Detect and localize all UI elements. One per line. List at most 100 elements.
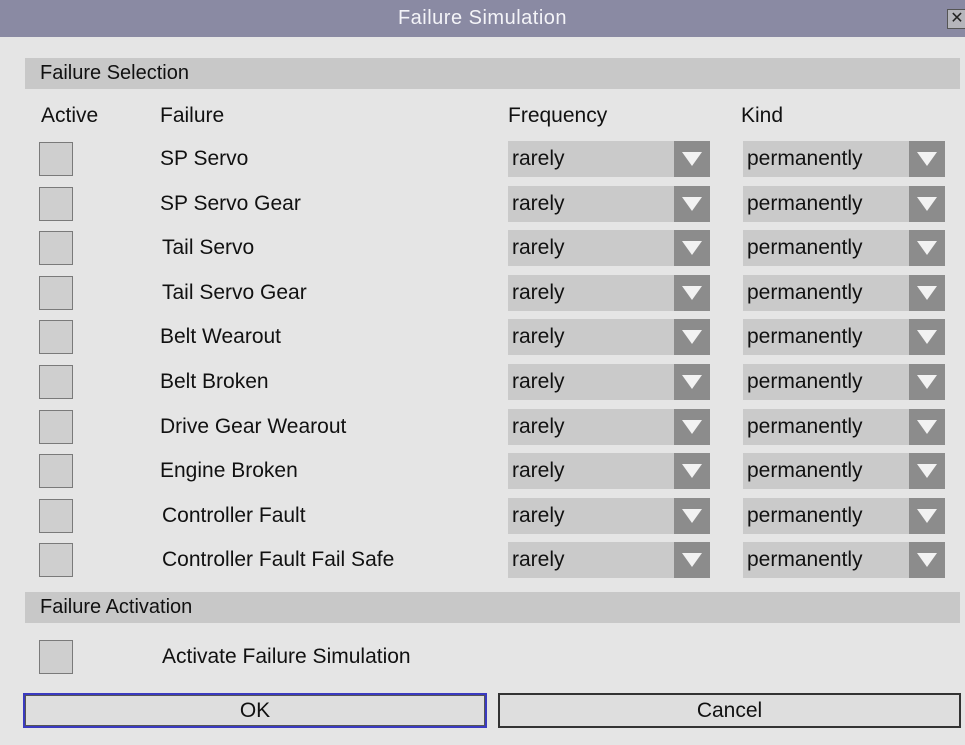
frequency-value: rarely — [512, 415, 565, 438]
failure-active-checkbox[interactable] — [39, 410, 73, 444]
failure-row: SP Servo rarely permanently — [0, 138, 965, 178]
failure-row: Engine Broken rarely permanently — [0, 450, 965, 490]
kind-dropdown[interactable]: permanently — [743, 319, 945, 355]
kind-value: permanently — [747, 147, 863, 170]
kind-value: permanently — [747, 236, 863, 259]
triangle-down-icon[interactable] — [674, 453, 710, 489]
failure-activation-label: Failure Activation — [40, 596, 193, 618]
frequency-value: rarely — [512, 459, 565, 482]
failure-name: Controller Fault — [162, 504, 306, 527]
activate-failure-row: Activate Failure Simulation — [0, 636, 965, 676]
failure-name: Belt Broken — [160, 370, 269, 393]
kind-dropdown[interactable]: permanently — [743, 409, 945, 445]
frequency-dropdown[interactable]: rarely — [508, 186, 710, 222]
triangle-down-icon[interactable] — [909, 542, 945, 578]
frequency-value: rarely — [512, 548, 565, 571]
failure-simulation-dialog: Failure Simulation ✕ Failure Selection A… — [0, 0, 965, 745]
failure-active-checkbox[interactable] — [39, 499, 73, 533]
triangle-down-icon[interactable] — [909, 364, 945, 400]
failure-name: Controller Fault Fail Safe — [162, 548, 395, 571]
kind-dropdown[interactable]: permanently — [743, 364, 945, 400]
frequency-dropdown[interactable]: rarely — [508, 275, 710, 311]
failure-active-checkbox[interactable] — [39, 365, 73, 399]
close-button[interactable]: ✕ — [947, 9, 965, 29]
frequency-dropdown[interactable]: rarely — [508, 542, 710, 578]
kind-dropdown[interactable]: permanently — [743, 230, 945, 266]
triangle-down-icon[interactable] — [909, 275, 945, 311]
kind-dropdown[interactable]: permanently — [743, 141, 945, 177]
failure-active-checkbox[interactable] — [39, 231, 73, 265]
kind-dropdown[interactable]: permanently — [743, 186, 945, 222]
frequency-value: rarely — [512, 281, 565, 304]
triangle-down-icon[interactable] — [674, 498, 710, 534]
failure-row: SP Servo Gear rarely permanently — [0, 183, 965, 223]
failure-active-checkbox[interactable] — [39, 142, 73, 176]
triangle-down-icon[interactable] — [909, 498, 945, 534]
frequency-dropdown[interactable]: rarely — [508, 141, 710, 177]
kind-dropdown[interactable]: permanently — [743, 453, 945, 489]
triangle-down-icon[interactable] — [674, 364, 710, 400]
kind-value: permanently — [747, 370, 863, 393]
frequency-dropdown[interactable]: rarely — [508, 453, 710, 489]
failure-name: Engine Broken — [160, 459, 298, 482]
header-frequency: Frequency — [508, 104, 608, 127]
triangle-down-icon[interactable] — [909, 141, 945, 177]
kind-value: permanently — [747, 415, 863, 438]
frequency-dropdown[interactable]: rarely — [508, 319, 710, 355]
frequency-value: rarely — [512, 504, 565, 527]
failure-name: Tail Servo Gear — [162, 281, 307, 304]
failure-row: Tail Servo Gear rarely permanently — [0, 272, 965, 312]
cancel-button[interactable]: Cancel — [498, 693, 961, 728]
failure-row: Belt Wearout rarely permanently — [0, 316, 965, 356]
ok-button[interactable]: OK — [23, 693, 487, 728]
failure-active-checkbox[interactable] — [39, 276, 73, 310]
frequency-value: rarely — [512, 147, 565, 170]
kind-value: permanently — [747, 192, 863, 215]
failure-row: Tail Servo rarely permanently — [0, 227, 965, 267]
triangle-down-icon[interactable] — [674, 542, 710, 578]
triangle-down-icon[interactable] — [674, 319, 710, 355]
failure-active-checkbox[interactable] — [39, 187, 73, 221]
triangle-down-icon[interactable] — [909, 319, 945, 355]
frequency-dropdown[interactable]: rarely — [508, 364, 710, 400]
kind-dropdown[interactable]: permanently — [743, 498, 945, 534]
failure-name: Belt Wearout — [160, 325, 282, 348]
failure-activation-section: Failure Activation — [25, 592, 960, 623]
kind-value: permanently — [747, 504, 863, 527]
failure-active-checkbox[interactable] — [39, 543, 73, 577]
triangle-down-icon[interactable] — [674, 409, 710, 445]
header-kind: Kind — [741, 104, 784, 127]
frequency-value: rarely — [512, 236, 565, 259]
kind-dropdown[interactable]: permanently — [743, 275, 945, 311]
triangle-down-icon[interactable] — [674, 275, 710, 311]
header-failure: Failure — [160, 104, 225, 127]
kind-value: permanently — [747, 281, 863, 304]
triangle-down-icon[interactable] — [674, 141, 710, 177]
failure-name: Tail Servo — [162, 236, 255, 259]
triangle-down-icon[interactable] — [909, 409, 945, 445]
kind-value: permanently — [747, 548, 863, 571]
triangle-down-icon[interactable] — [909, 186, 945, 222]
frequency-dropdown[interactable]: rarely — [508, 409, 710, 445]
failure-row: Belt Broken rarely permanently — [0, 361, 965, 401]
header-active: Active — [41, 104, 99, 127]
kind-dropdown[interactable]: permanently — [743, 542, 945, 578]
triangle-down-icon[interactable] — [674, 230, 710, 266]
frequency-value: rarely — [512, 325, 565, 348]
failure-name: Drive Gear Wearout — [160, 415, 347, 438]
close-icon: ✕ — [950, 10, 964, 27]
title-bar[interactable]: Failure Simulation ✕ — [0, 0, 965, 37]
activate-failure-checkbox[interactable] — [39, 640, 73, 674]
frequency-value: rarely — [512, 192, 565, 215]
activate-failure-label: Activate Failure Simulation — [162, 645, 411, 668]
frequency-dropdown[interactable]: rarely — [508, 498, 710, 534]
frequency-dropdown[interactable]: rarely — [508, 230, 710, 266]
failure-active-checkbox[interactable] — [39, 320, 73, 354]
failure-active-checkbox[interactable] — [39, 454, 73, 488]
failure-row: Drive Gear Wearout rarely permanently — [0, 406, 965, 446]
failure-row: Controller Fault Fail Safe rarely permanen… — [0, 539, 965, 579]
triangle-down-icon[interactable] — [909, 230, 945, 266]
failure-selection-label: Failure Selection — [40, 62, 189, 84]
triangle-down-icon[interactable] — [909, 453, 945, 489]
triangle-down-icon[interactable] — [674, 186, 710, 222]
